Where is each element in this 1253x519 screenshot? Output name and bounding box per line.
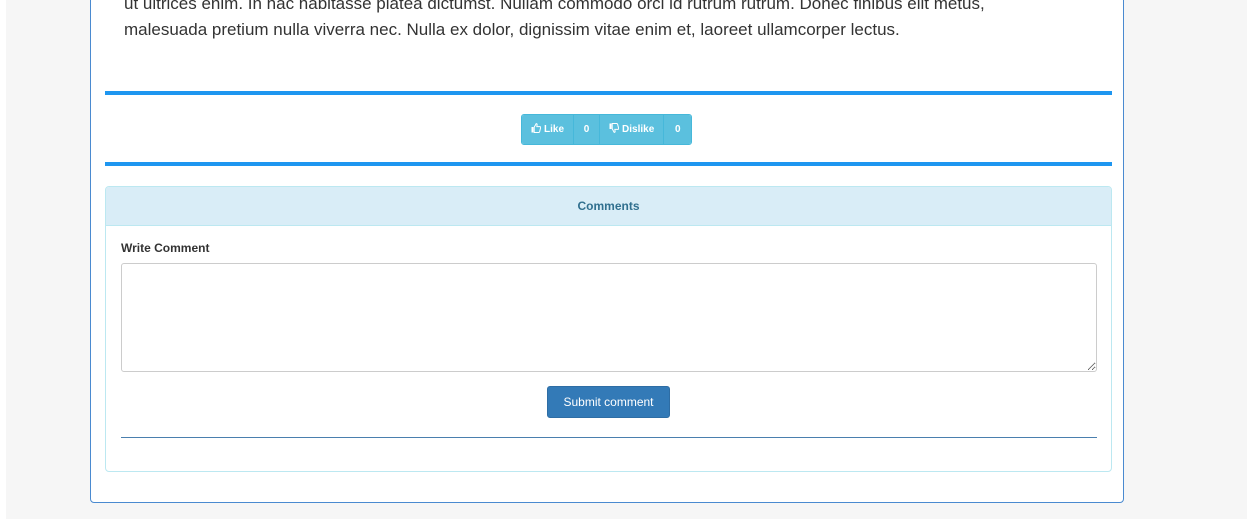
divider-bottom — [105, 162, 1112, 166]
comments-panel: Comments Write Comment Submit comment — [105, 186, 1112, 472]
dislike-label: Dislike — [622, 124, 655, 135]
article-card: ut ultrices enim. In hac habitasse plate… — [90, 0, 1124, 503]
vote-button-group: Like 0 Dislike 0 — [521, 114, 693, 145]
dislike-button[interactable]: Dislike — [599, 115, 664, 144]
comments-heading: Comments — [106, 187, 1111, 226]
submit-comment-button[interactable]: Submit comment — [547, 386, 670, 418]
article-body: ut ultrices enim. In hac habitasse plate… — [124, 0, 1104, 43]
comments-divider — [121, 437, 1097, 438]
like-count: 0 — [573, 115, 600, 144]
thumbs-down-icon — [609, 123, 620, 136]
dislike-count: 0 — [663, 115, 692, 144]
divider-top — [105, 91, 1112, 95]
thumbs-up-icon — [531, 123, 542, 136]
article-line-2: malesuada pretium nulla viverra nec. Nul… — [124, 20, 900, 39]
article-line-1: ut ultrices enim. In hac habitasse plate… — [124, 0, 985, 13]
write-comment-label: Write Comment — [121, 241, 210, 255]
comment-textarea[interactable] — [121, 263, 1097, 372]
like-button[interactable]: Like — [522, 115, 574, 144]
like-label: Like — [544, 124, 565, 135]
